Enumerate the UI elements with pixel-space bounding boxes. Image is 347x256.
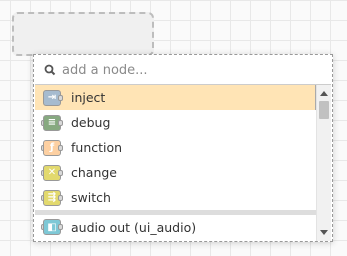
search-input[interactable] <box>60 62 302 78</box>
node-palette-label: function <box>71 140 123 155</box>
node-palette-item[interactable]: ◧ audio out (ui_audio) <box>35 210 318 239</box>
search-icon <box>42 61 60 79</box>
chevron-down-icon[interactable] <box>317 227 331 239</box>
node-palette-item[interactable]: ⇥ inject <box>35 85 318 110</box>
node-palette-item[interactable]: ✕ change <box>35 160 318 185</box>
node-type-icon: ⇥ <box>41 89 63 107</box>
node-palette-label: change <box>71 165 118 180</box>
node-palette-item[interactable]: ⇶ switch <box>35 185 318 210</box>
node-palette-list: ⇥ inject ≡ debug ƒ function ✕ change ⇶ switch ◧ aud… <box>35 85 318 241</box>
dragged-node-placeholder <box>12 12 154 56</box>
node-palette-item[interactable]: ≡ debug <box>35 110 318 135</box>
node-type-icon: ✕ <box>41 164 63 182</box>
node-palette-label: debug <box>71 115 111 130</box>
node-type-icon: ƒ <box>41 139 63 157</box>
add-node-dialog: ⇥ inject ≡ debugƒ function ✕ change ⇶ switch ◧ aud… <box>33 54 333 242</box>
node-palette-label: switch <box>71 190 111 205</box>
scrollbar[interactable] <box>316 85 331 241</box>
node-palette-label: audio out (ui_audio) <box>71 219 197 235</box>
node-type-icon: ⇶ <box>41 189 63 207</box>
search-bar <box>35 56 331 85</box>
node-type-icon: ≡ <box>41 114 63 132</box>
chevron-up-icon[interactable] <box>317 87 331 99</box>
scroll-thumb[interactable] <box>319 101 329 119</box>
node-palette-item[interactable]: ƒ function <box>35 135 318 160</box>
node-type-icon: ◧ <box>41 218 63 236</box>
node-palette-label: inject <box>71 90 106 105</box>
node-palette-item[interactable] <box>35 239 318 241</box>
